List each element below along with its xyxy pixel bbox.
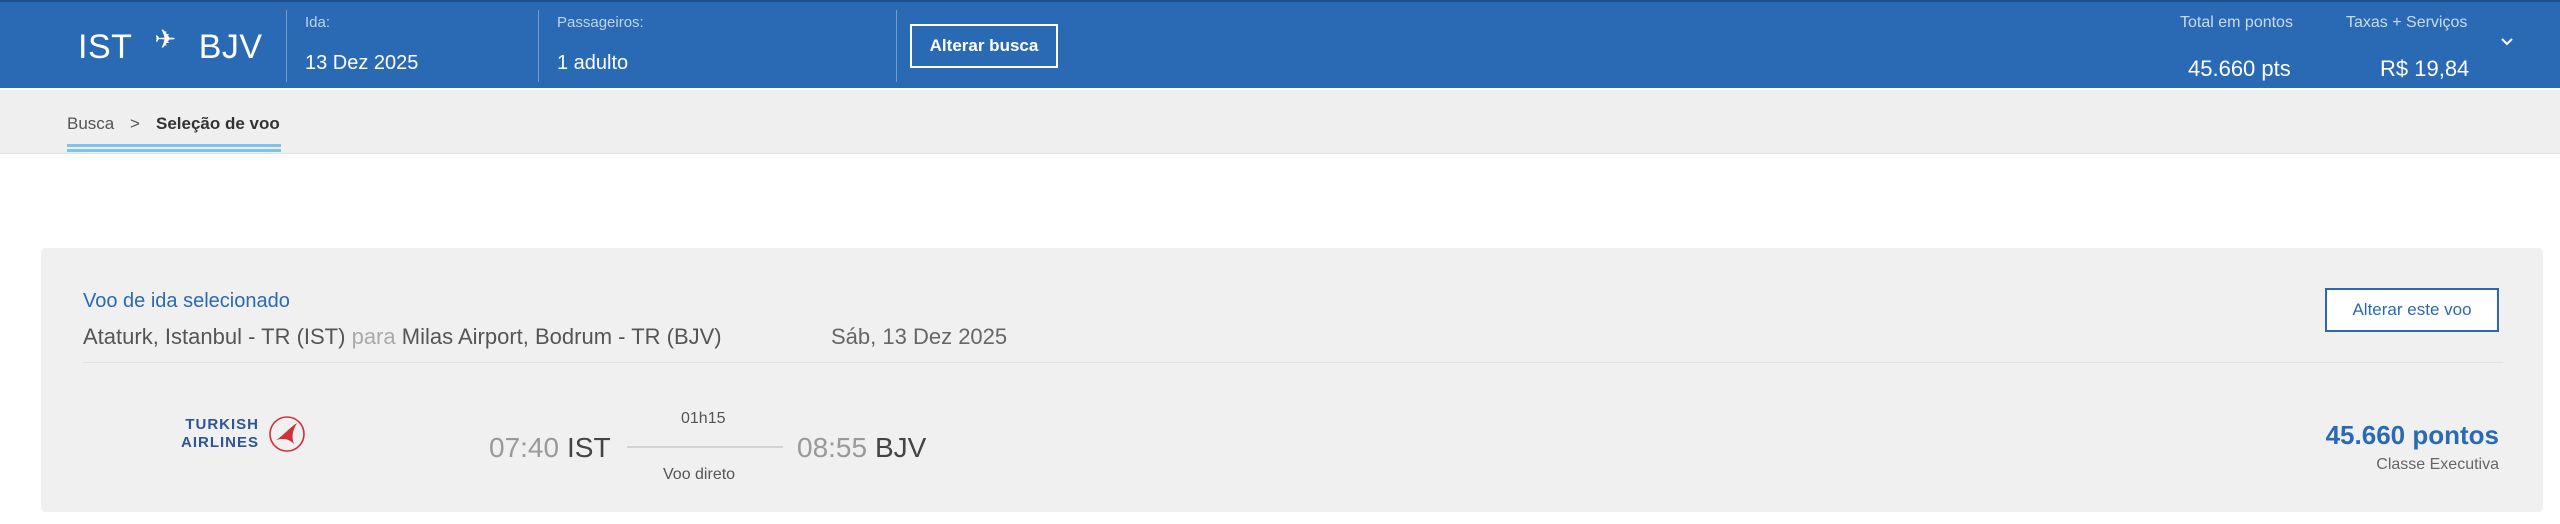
turkish-airlines-emblem-icon: [269, 416, 305, 452]
cabin-class: Classe Executiva: [2376, 456, 2499, 473]
flight-stops: Voo direto: [663, 466, 736, 483]
breadcrumb: Busca > Seleção de voo: [0, 90, 2560, 154]
origin-code: IST: [78, 28, 133, 66]
airplane-icon: ✈: [154, 24, 177, 54]
arrival-airport-code: BJV: [875, 432, 927, 463]
airline-name: TURKISH AIRLINES: [181, 416, 259, 452]
alter-flight-button[interactable]: Alterar este voo: [2325, 288, 2499, 332]
flight-date: Sáb, 13 Dez 2025: [831, 324, 1008, 349]
breadcrumb-separator: >: [130, 114, 140, 133]
departure-label: Ida:: [305, 14, 331, 31]
breadcrumb-active-indicator: [67, 144, 281, 152]
divider: [896, 10, 897, 82]
destination-code: BJV: [198, 28, 263, 66]
flight-route-description: Ataturk, Istanbul - TR (IST) para Milas …: [83, 324, 722, 350]
passengers-value: 1 adulto: [557, 52, 629, 74]
chevron-down-icon[interactable]: [2498, 32, 2516, 50]
total-points-value: 45.660 pts: [2188, 56, 2291, 81]
airline-logo: TURKISH AIRLINES: [181, 414, 307, 454]
total-points-label: Total em pontos: [2180, 14, 2293, 31]
arrival-time: 08:55: [797, 432, 868, 463]
flight-duration: 01h15: [681, 410, 726, 427]
destination-airport: Milas Airport, Bodrum - TR (BJV): [401, 324, 722, 349]
alter-search-button[interactable]: Alterar busca: [910, 24, 1058, 68]
taxes-label: Taxas + Serviços: [2346, 14, 2468, 31]
divider: [286, 10, 287, 82]
selected-flight-title: Voo de ida selecionado: [83, 290, 290, 312]
card-divider: [83, 362, 2503, 363]
airline-name-line1: TURKISH: [185, 416, 260, 433]
flight-points-price: 45.660 pontos: [2325, 420, 2499, 450]
breadcrumb-item-search[interactable]: Busca: [67, 114, 114, 134]
taxes-value: R$ 19,84: [2380, 56, 2470, 81]
origin-airport: Ataturk, Istanbul - TR (IST): [83, 324, 346, 349]
divider: [538, 10, 539, 82]
search-summary-bar: IST ✈ BJV Ida: 13 Dez 2025 Passageiros: …: [0, 0, 2560, 88]
airline-name-line2: AIRLINES: [181, 434, 260, 451]
route-connector: para: [351, 324, 396, 349]
selected-flight-card: Voo de ida selecionado Ataturk, Istanbul…: [41, 248, 2543, 512]
flight-path-line: [627, 446, 783, 448]
departure-date: 13 Dez 2025: [305, 52, 419, 74]
breadcrumb-item-flight-selection: Seleção de voo: [156, 114, 280, 133]
departure-time: 07:40: [489, 432, 560, 463]
departure-airport-code: IST: [567, 432, 611, 463]
route-summary: IST ✈ BJV: [78, 24, 263, 67]
passengers-label: Passageiros:: [557, 14, 644, 31]
